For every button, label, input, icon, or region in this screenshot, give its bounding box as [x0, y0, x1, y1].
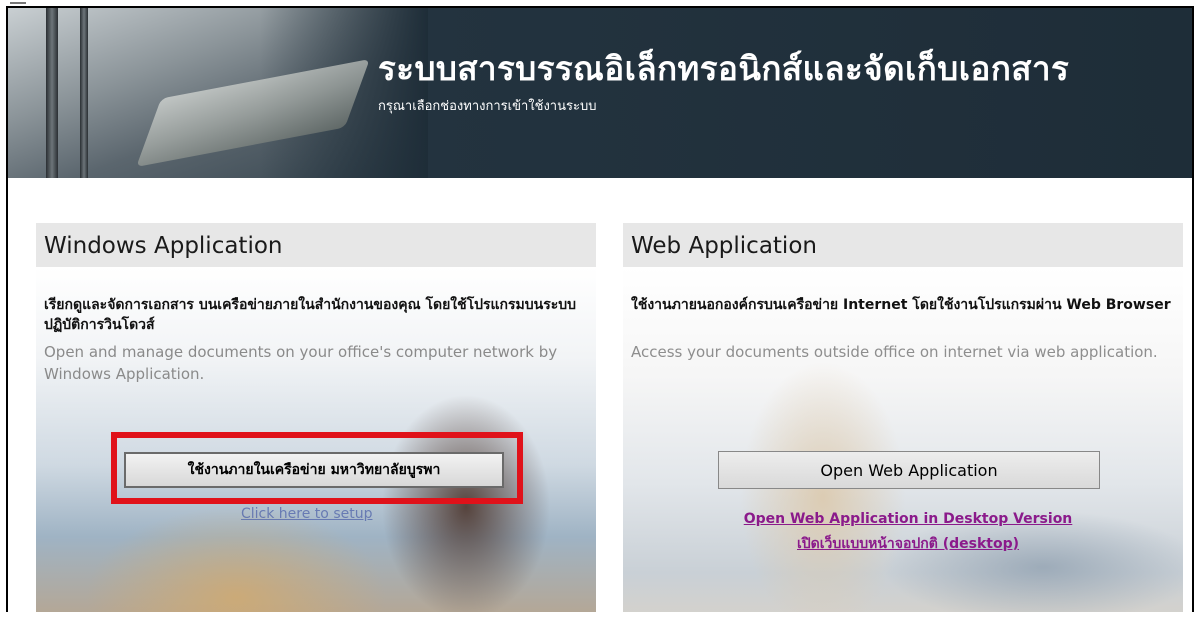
- header-photo-book: [136, 59, 370, 167]
- windows-application-panel: Windows Application เรียกดูและจัดการเอกส…: [36, 223, 596, 612]
- web-description-english: Access your documents outside office on …: [631, 343, 1158, 361]
- page-title: ระบบสารบรรณอิเล็กทรอนิกส์และจัดเก็บเอกสา…: [378, 49, 1070, 88]
- site-header: ระบบสารบรรณอิเล็กทรอนิกส์และจัดเก็บเอกสา…: [8, 8, 1192, 178]
- desktop-version-link-thai[interactable]: เปิดเว็บแบบหน้าจอปกติ (desktop): [623, 533, 1183, 555]
- header-photo: [8, 8, 428, 178]
- page-subtitle: กรุณาเลือกช่องทางการเข้าใช้งานระบบ: [378, 99, 597, 114]
- windows-description-english: Open and manage documents on your office…: [44, 343, 558, 383]
- windows-panel-heading: Windows Application: [36, 223, 596, 267]
- top-edge-mark: [10, 2, 26, 4]
- web-description-thai: ใช้งานภายนอกองค์กรบนเครือข่าย Internet โ…: [631, 297, 1171, 313]
- header-photo-pole: [80, 8, 88, 178]
- desktop-version-link[interactable]: Open Web Application in Desktop Version: [623, 511, 1183, 527]
- web-application-panel: Web Application ใช้งานภายนอกองค์กรบนเครื…: [623, 223, 1183, 612]
- page-frame: ระบบสารบรรณอิเล็กทรอนิกส์และจัดเก็บเอกสา…: [6, 6, 1194, 612]
- setup-link[interactable]: Click here to setup: [241, 506, 372, 522]
- windows-description-thai: เรียกดูและจัดการเอกสาร บนเครือข่ายภายในส…: [44, 297, 577, 333]
- open-web-application-button[interactable]: Open Web Application: [718, 451, 1100, 489]
- web-panel-heading: Web Application: [623, 223, 1183, 267]
- local-network-button[interactable]: ใช้งานภายในเครือข่าย มหาวิทยาลัยบูรพา: [124, 452, 504, 488]
- web-panel-photo: [623, 267, 1183, 612]
- header-photo-pole: [46, 8, 58, 178]
